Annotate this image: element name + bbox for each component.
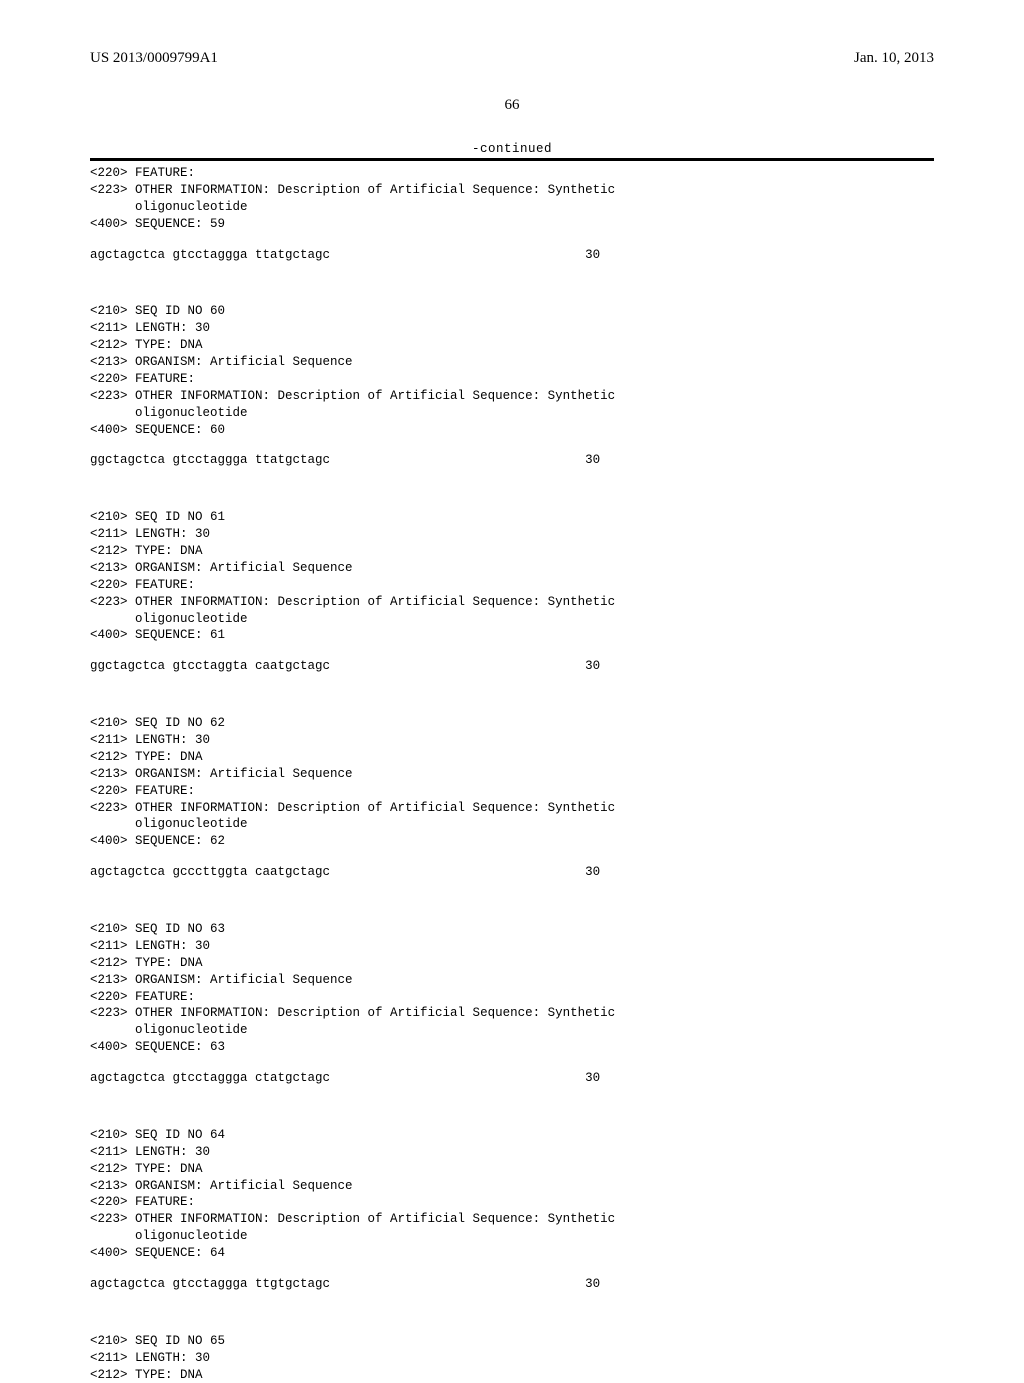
sequence-line: ggctagctca gtcctaggga ttatgctagc 30 (90, 452, 934, 469)
sequence-meta-line: <213> ORGANISM: Artificial Sequence (90, 560, 934, 577)
sequence-meta-line: <400> SEQUENCE: 63 (90, 1039, 934, 1056)
sequence-meta-line: <212> TYPE: DNA (90, 955, 934, 972)
sequence-meta-line: <213> ORGANISM: Artificial Sequence (90, 354, 934, 371)
sequence-meta-line: <212> TYPE: DNA (90, 337, 934, 354)
sequence-meta-line: <211> LENGTH: 30 (90, 1350, 934, 1367)
sequence-meta-line: oligonucleotide (90, 611, 934, 628)
section-rule (90, 158, 934, 161)
sequence-meta-line: oligonucleotide (90, 1022, 934, 1039)
sequence-meta-line: <211> LENGTH: 30 (90, 938, 934, 955)
sequence-line: agctagctca gtcctaggga ttgtgctagc 30 (90, 1276, 934, 1293)
sequence-line: agctagctca gtcctaggga ctatgctagc 30 (90, 1070, 934, 1087)
sequence-meta-line: oligonucleotide (90, 816, 934, 833)
sequence-line: ggctagctca gtcctaggta caatgctagc 30 (90, 658, 934, 675)
sequence-meta-line: <210> SEQ ID NO 64 (90, 1127, 934, 1144)
sequence-meta-line: <400> SEQUENCE: 61 (90, 627, 934, 644)
publication-date: Jan. 10, 2013 (854, 50, 934, 67)
sequence-meta-line: <223> OTHER INFORMATION: Description of … (90, 800, 934, 817)
sequence-meta-line: <223> OTHER INFORMATION: Description of … (90, 388, 934, 405)
sequence-meta-line: <210> SEQ ID NO 61 (90, 509, 934, 526)
sequence-meta-line: <400> SEQUENCE: 60 (90, 422, 934, 439)
sequence-meta-line: <213> ORGANISM: Artificial Sequence (90, 972, 934, 989)
sequence-entry: <210> SEQ ID NO 64<211> LENGTH: 30<212> … (90, 1127, 934, 1293)
sequence-meta-line: <400> SEQUENCE: 62 (90, 833, 934, 850)
sequence-meta-line: <210> SEQ ID NO 62 (90, 715, 934, 732)
sequence-meta-line: <220> FEATURE: (90, 165, 934, 182)
sequence-meta-line: oligonucleotide (90, 199, 934, 216)
sequence-meta-line: <213> ORGANISM: Artificial Sequence (90, 766, 934, 783)
page-header: US 2013/0009799A1 Jan. 10, 2013 (90, 50, 934, 67)
sequence-meta-line: <210> SEQ ID NO 60 (90, 303, 934, 320)
sequence-meta-line: <223> OTHER INFORMATION: Description of … (90, 1211, 934, 1228)
page-number: 66 (90, 97, 934, 114)
sequence-meta-line: <212> TYPE: DNA (90, 749, 934, 766)
sequence-meta-line: <220> FEATURE: (90, 783, 934, 800)
sequence-meta-line: <211> LENGTH: 30 (90, 320, 934, 337)
sequence-entry: <210> SEQ ID NO 60<211> LENGTH: 30<212> … (90, 303, 934, 469)
sequence-meta-line: <212> TYPE: DNA (90, 1161, 934, 1178)
sequence-meta-line: <223> OTHER INFORMATION: Description of … (90, 594, 934, 611)
sequence-meta-line: <400> SEQUENCE: 64 (90, 1245, 934, 1262)
sequence-meta-line: <220> FEATURE: (90, 989, 934, 1006)
patent-page: US 2013/0009799A1 Jan. 10, 2013 66 -cont… (0, 0, 1024, 1320)
sequence-entry: <220> FEATURE:<223> OTHER INFORMATION: D… (90, 165, 934, 263)
sequence-meta-line: <210> SEQ ID NO 65 (90, 1333, 934, 1350)
sequence-entry: <210> SEQ ID NO 62<211> LENGTH: 30<212> … (90, 715, 934, 881)
sequence-line: agctagctca gcccttggta caatgctagc 30 (90, 864, 934, 881)
sequence-meta-line: <220> FEATURE: (90, 577, 934, 594)
sequence-meta-line: <400> SEQUENCE: 59 (90, 216, 934, 233)
sequence-meta-line: <211> LENGTH: 30 (90, 1144, 934, 1161)
sequence-meta-line: <210> SEQ ID NO 63 (90, 921, 934, 938)
continued-label: -continued (90, 142, 934, 156)
sequence-meta-line: <211> LENGTH: 30 (90, 526, 934, 543)
sequence-entry: <210> SEQ ID NO 63<211> LENGTH: 30<212> … (90, 921, 934, 1087)
sequence-meta-line: oligonucleotide (90, 1228, 934, 1245)
sequence-meta-line: <212> TYPE: DNA (90, 543, 934, 560)
sequence-meta-line: <220> FEATURE: (90, 371, 934, 388)
sequence-meta-line: <223> OTHER INFORMATION: Description of … (90, 1005, 934, 1022)
sequence-meta-line: <223> OTHER INFORMATION: Description of … (90, 182, 934, 199)
sequence-line: agctagctca gtcctaggga ttatgctagc 30 (90, 247, 934, 264)
sequence-meta-line: <211> LENGTH: 30 (90, 732, 934, 749)
sequence-meta-line: oligonucleotide (90, 405, 934, 422)
publication-number: US 2013/0009799A1 (90, 50, 218, 67)
sequence-listing: <220> FEATURE:<223> OTHER INFORMATION: D… (90, 165, 934, 1383)
sequence-meta-line: <213> ORGANISM: Artificial Sequence (90, 1178, 934, 1195)
sequence-entry: <210> SEQ ID NO 61<211> LENGTH: 30<212> … (90, 509, 934, 675)
sequence-meta-line: <212> TYPE: DNA (90, 1367, 934, 1383)
sequence-meta-line: <220> FEATURE: (90, 1194, 934, 1211)
